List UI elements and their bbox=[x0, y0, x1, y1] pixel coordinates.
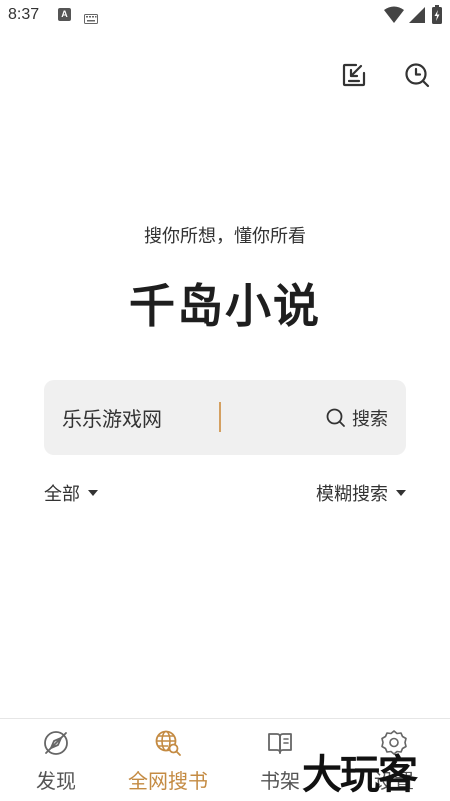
wifi-icon bbox=[384, 6, 404, 28]
nav-label: 发现 bbox=[36, 769, 76, 793]
search-icon bbox=[326, 408, 345, 427]
search-box: 搜索 bbox=[44, 380, 406, 455]
scope-dropdown-label: 全部 bbox=[44, 484, 80, 505]
history-icon bbox=[405, 63, 430, 88]
nav-item-web-search[interactable]: 全网搜书 bbox=[112, 727, 224, 795]
status-time: 8:37 bbox=[8, 6, 40, 23]
download-button[interactable] bbox=[339, 60, 369, 90]
watermark: 大玩客 bbox=[302, 752, 418, 798]
nav-item-discover[interactable]: 发现 bbox=[0, 727, 112, 795]
compass-icon bbox=[42, 727, 70, 759]
search-button-label: 搜索 bbox=[352, 409, 388, 430]
book-icon bbox=[266, 727, 294, 759]
app-title: 千岛小说 bbox=[129, 279, 321, 333]
keyboard-icon bbox=[84, 9, 98, 28]
scope-dropdown[interactable]: 全部 bbox=[44, 480, 98, 506]
search-input[interactable] bbox=[62, 400, 302, 434]
nav-label: 书架 bbox=[260, 769, 300, 793]
notification-a-icon: A bbox=[58, 8, 71, 21]
text-cursor bbox=[219, 402, 221, 432]
download-icon bbox=[342, 63, 366, 87]
nav-label: 全网搜书 bbox=[128, 769, 208, 793]
signal-icon bbox=[408, 6, 426, 28]
globe-search-icon bbox=[154, 727, 182, 759]
caret-down-icon bbox=[396, 490, 406, 496]
history-button[interactable] bbox=[402, 60, 432, 90]
slogan: 搜你所想，懂你所看 bbox=[144, 226, 306, 247]
search-mode-dropdown[interactable]: 模糊搜索 bbox=[316, 480, 406, 506]
caret-down-icon bbox=[88, 490, 98, 496]
search-mode-dropdown-label: 模糊搜索 bbox=[316, 484, 388, 505]
search-button[interactable]: 搜索 bbox=[326, 403, 388, 433]
battery-icon bbox=[431, 5, 443, 29]
status-bar: 8:37 A bbox=[0, 0, 450, 30]
